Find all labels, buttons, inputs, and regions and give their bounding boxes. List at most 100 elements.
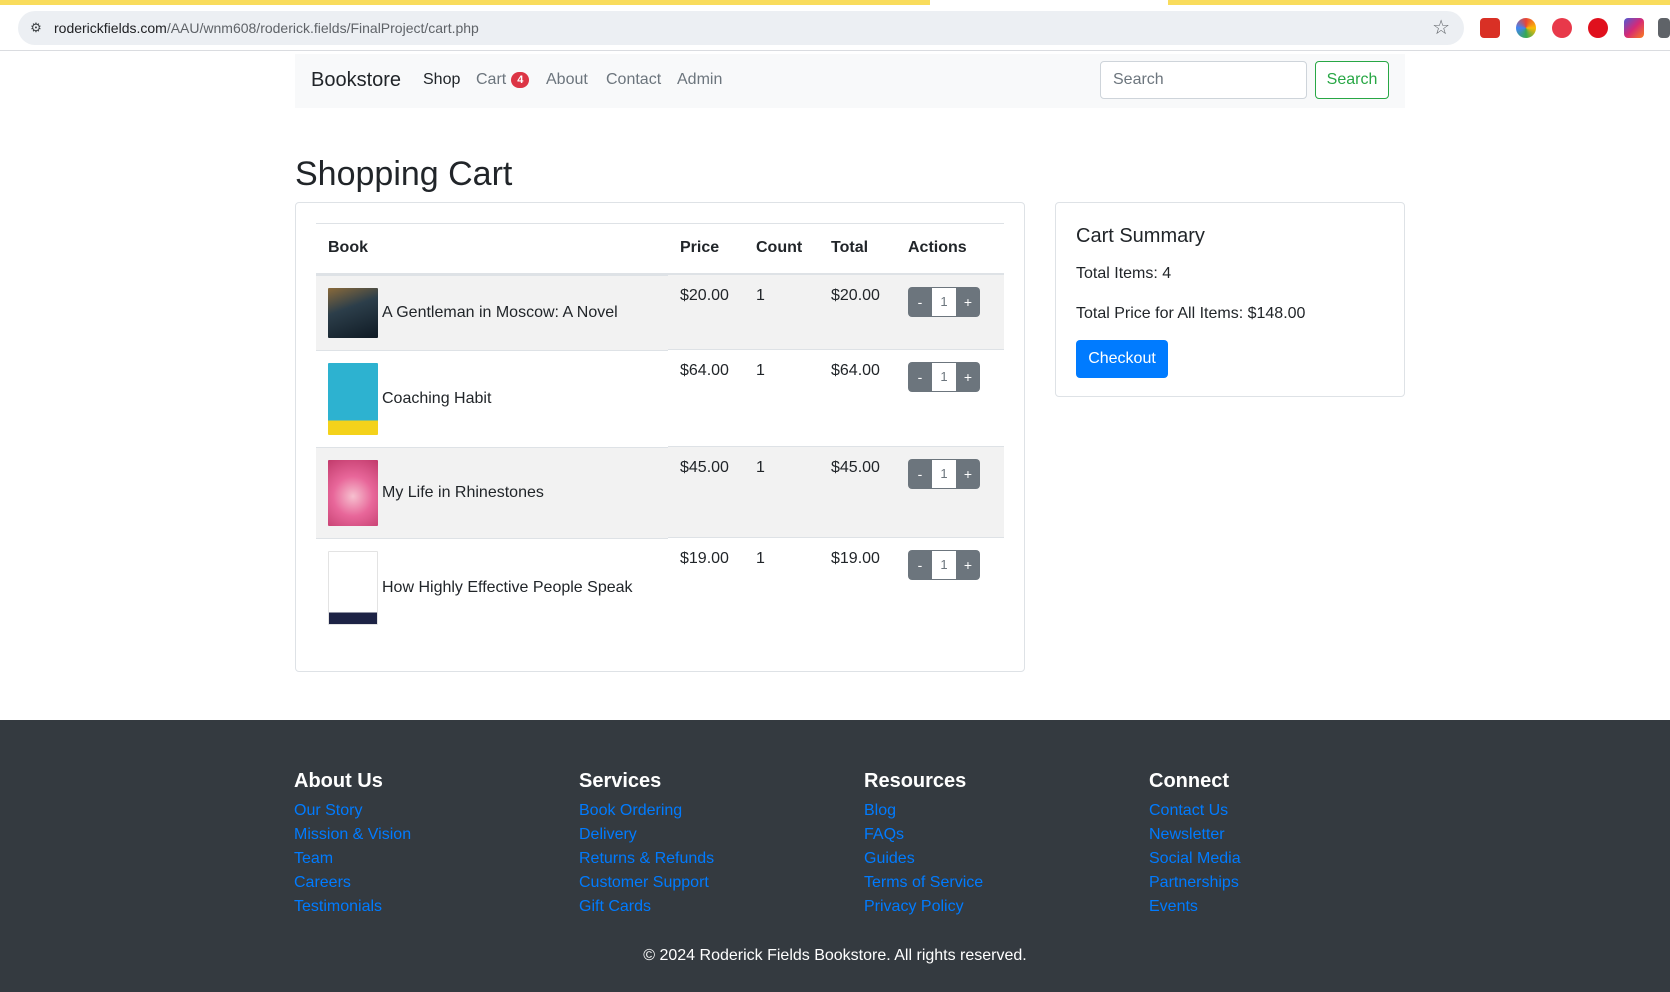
quantity-value[interactable]: 1 [932,286,956,317]
quantity-stepper: - 1 + [908,550,980,580]
address-bar[interactable]: ⚙ roderickfields.com/AAU/wnm608/roderick… [18,11,1464,45]
increase-quantity-button[interactable]: + [956,362,980,392]
bookmark-star-icon[interactable]: ☆ [1432,16,1450,40]
search-input[interactable] [1100,61,1307,99]
price-cell: $20.00 [668,273,744,350]
extension-save-icon[interactable] [1552,18,1572,38]
extension-adblock-icon[interactable] [1588,18,1608,38]
decrease-quantity-button[interactable]: - [908,550,932,580]
footer-heading: Services [579,770,662,792]
decrease-quantity-button[interactable]: - [908,362,932,392]
cart-summary-title: Cart Summary [1076,225,1205,247]
footer-link[interactable]: Delivery [579,823,839,847]
book-cell: How Highly Effective People Speak [316,537,668,637]
footer-link[interactable]: Blog [864,799,1124,823]
footer-link[interactable]: Careers [294,871,554,895]
footer-link[interactable]: Team [294,847,554,871]
cart-summary-card: Cart Summary Total Items: 4 Total Price … [1055,202,1405,397]
total-cell: $20.00 [819,273,896,350]
total-cell: $45.00 [819,446,896,538]
table-row: Coaching Habit $64.00 1 $64.00 - 1 + [316,349,1004,447]
quantity-stepper: - 1 + [908,362,980,392]
decrease-quantity-button[interactable]: - [908,459,932,489]
site-navbar: Bookstore Shop Cart 4 About Contact Admin… [295,54,1405,108]
actions-cell: - 1 + [896,273,1004,350]
nav-link-contact[interactable]: Contact [606,71,661,89]
footer-link[interactable]: Customer Support [579,871,839,895]
table-header-row: Book Price Count Total Actions [316,223,1004,275]
actions-cell: - 1 + [896,446,1004,538]
brand-logo[interactable]: Bookstore [311,69,401,92]
quantity-stepper: - 1 + [908,459,980,489]
extension-video-icon[interactable] [1480,18,1500,38]
cart-count-badge: 4 [511,72,530,88]
table-row: My Life in Rhinestones $45.00 1 $45.00 -… [316,446,1004,538]
price-cell: $64.00 [668,349,744,447]
book-cell: My Life in Rhinestones [316,446,668,538]
quantity-value[interactable]: 1 [932,459,956,489]
price-cell: $45.00 [668,446,744,538]
footer-link[interactable]: FAQs [864,823,1124,847]
actions-cell: - 1 + [896,349,1004,447]
quantity-value[interactable]: 1 [932,550,956,580]
url-text[interactable]: roderickfields.com/AAU/wnm608/roderick.f… [54,20,479,36]
footer-link[interactable]: Gift Cards [579,895,839,919]
nav-link-cart-label: Cart [476,71,507,88]
url-path: /AAU/wnm608/roderick.fields/FinalProject… [166,20,479,36]
book-cell: Coaching Habit [316,349,668,447]
table-row: A Gentleman in Moscow: A Novel $20.00 1 … [316,273,1004,350]
footer-link[interactable]: Our Story [294,799,554,823]
nav-link-admin[interactable]: Admin [677,71,722,89]
site-footer: About Us Our Story Mission & Vision Team… [0,720,1670,992]
actions-cell: - 1 + [896,537,1004,637]
book-cover-image [328,550,378,625]
column-header-book: Book [316,223,668,275]
increase-quantity-button[interactable]: + [956,286,980,317]
footer-link[interactable]: Contact Us [1149,799,1409,823]
nav-link-about[interactable]: About [546,71,588,89]
quantity-value[interactable]: 1 [932,362,956,392]
footer-link[interactable]: Terms of Service [864,871,1124,895]
total-items-text: Total Items: 4 [1076,265,1172,282]
increase-quantity-button[interactable]: + [956,459,980,489]
url-domain: roderickfields.com [54,20,167,36]
nav-link-shop[interactable]: Shop [423,71,460,89]
count-cell: 1 [744,349,819,447]
extension-color-icon[interactable] [1516,18,1536,38]
footer-link[interactable]: Returns & Refunds [579,847,839,871]
footer-link[interactable]: Testimonials [294,895,554,919]
quantity-stepper: - 1 + [908,286,980,317]
search-button[interactable]: Search [1315,61,1389,99]
book-title: My Life in Rhinestones [382,483,544,501]
book-title: A Gentleman in Moscow: A Novel [382,303,618,321]
decrease-quantity-button[interactable]: - [908,286,932,317]
footer-link[interactable]: Privacy Policy [864,895,1124,919]
footer-column-resources: Resources Blog FAQs Guides Terms of Serv… [864,770,1124,919]
footer-heading: Resources [864,770,967,792]
book-cell: A Gentleman in Moscow: A Novel [316,274,668,350]
footer-column-services: Services Book Ordering Delivery Returns … [579,770,839,919]
book-cover-image [328,459,378,526]
footer-link[interactable]: Guides [864,847,1124,871]
site-settings-icon[interactable]: ⚙ [28,20,44,36]
footer-link[interactable]: Mission & Vision [294,823,554,847]
browser-toolbar: ⚙ roderickfields.com/AAU/wnm608/roderick… [0,5,1670,51]
footer-link[interactable]: Partnerships [1149,871,1409,895]
column-header-count: Count [744,223,819,275]
footer-link[interactable]: Events [1149,895,1409,919]
footer-link[interactable]: Book Ordering [579,799,839,823]
count-cell: 1 [744,537,819,637]
increase-quantity-button[interactable]: + [956,550,980,580]
column-header-actions: Actions [896,223,1004,275]
page-title: Shopping Cart [295,155,513,193]
footer-heading: About Us [294,770,383,792]
nav-link-cart[interactable]: Cart 4 [476,71,530,89]
extensions-menu-icon[interactable] [1658,18,1670,38]
extension-instagram-icon[interactable] [1624,18,1644,38]
checkout-button[interactable]: Checkout [1076,340,1168,378]
count-cell: 1 [744,446,819,538]
footer-column-about-us: About Us Our Story Mission & Vision Team… [294,770,554,919]
table-row: How Highly Effective People Speak $19.00… [316,537,1004,637]
footer-link[interactable]: Social Media [1149,847,1409,871]
footer-link[interactable]: Newsletter [1149,823,1409,847]
